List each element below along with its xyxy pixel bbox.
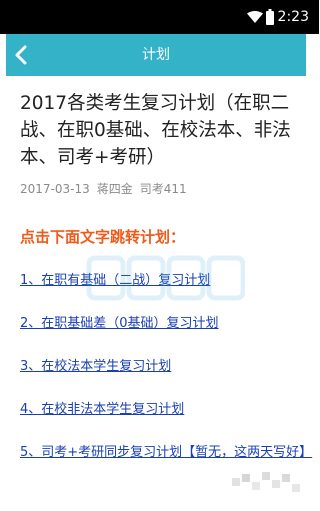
article-meta: 2017-03-13 蒋四金 司考411: [20, 181, 308, 197]
section-heading: 点击下面文字跳转计划：: [20, 228, 186, 246]
plan-list-item: 5、司考+考研同步复习计划【暂无，这两天写好】: [20, 441, 312, 464]
wifi-icon: [247, 11, 263, 23]
status-bar: 2:23: [0, 0, 319, 34]
plan-list: 1、在职有基础（二战）复习计划 2、在职基础差（0基础）复习计划 3、在校法本学…: [20, 269, 312, 464]
status-time: 2:23: [277, 9, 309, 25]
plan-link-2[interactable]: 2、在职基础差（0基础）复习计划: [20, 312, 308, 335]
back-button[interactable]: [6, 34, 46, 76]
article-date: 2017-03-13: [20, 182, 90, 196]
plan-link-5[interactable]: 5、司考+考研同步复习计划【暂无，这两天写好】: [20, 441, 312, 464]
battery-icon: [266, 9, 274, 25]
phone-screen: 2:23 计划 2017各类考生复习计划（在职二战、在职0基础、在校法本、非法本…: [0, 0, 319, 511]
chevron-left-icon: [15, 45, 27, 65]
mosaic-watermark-icon: [232, 472, 300, 492]
plan-list-item: 2、在职基础差（0基础）复习计划: [20, 312, 308, 335]
article-author: 蒋四金: [96, 182, 133, 196]
plan-list-item: 1、在职有基础（二战）复习计划: [20, 269, 308, 292]
article-title: 2017各类考生复习计划（在职二战、在职0基础、在校法本、非法本、司考+考研）: [20, 93, 291, 168]
plan-list-item: 4、在校非法本学生复习计划: [20, 398, 308, 421]
plan-link-1[interactable]: 1、在职有基础（二战）复习计划: [20, 269, 308, 292]
article-content: 2017各类考生复习计划（在职二战、在职0基础、在校法本、非法本、司考+考研） …: [20, 90, 312, 464]
plan-list-item: 3、在校法本学生复习计划: [20, 355, 308, 378]
plan-link-4[interactable]: 4、在校非法本学生复习计划: [20, 398, 308, 421]
article-category: 司考411: [139, 182, 187, 196]
plan-link-3[interactable]: 3、在校法本学生复习计划: [20, 355, 308, 378]
app-bar: 计划: [6, 34, 306, 76]
app-bar-title: 计划: [142, 47, 170, 63]
